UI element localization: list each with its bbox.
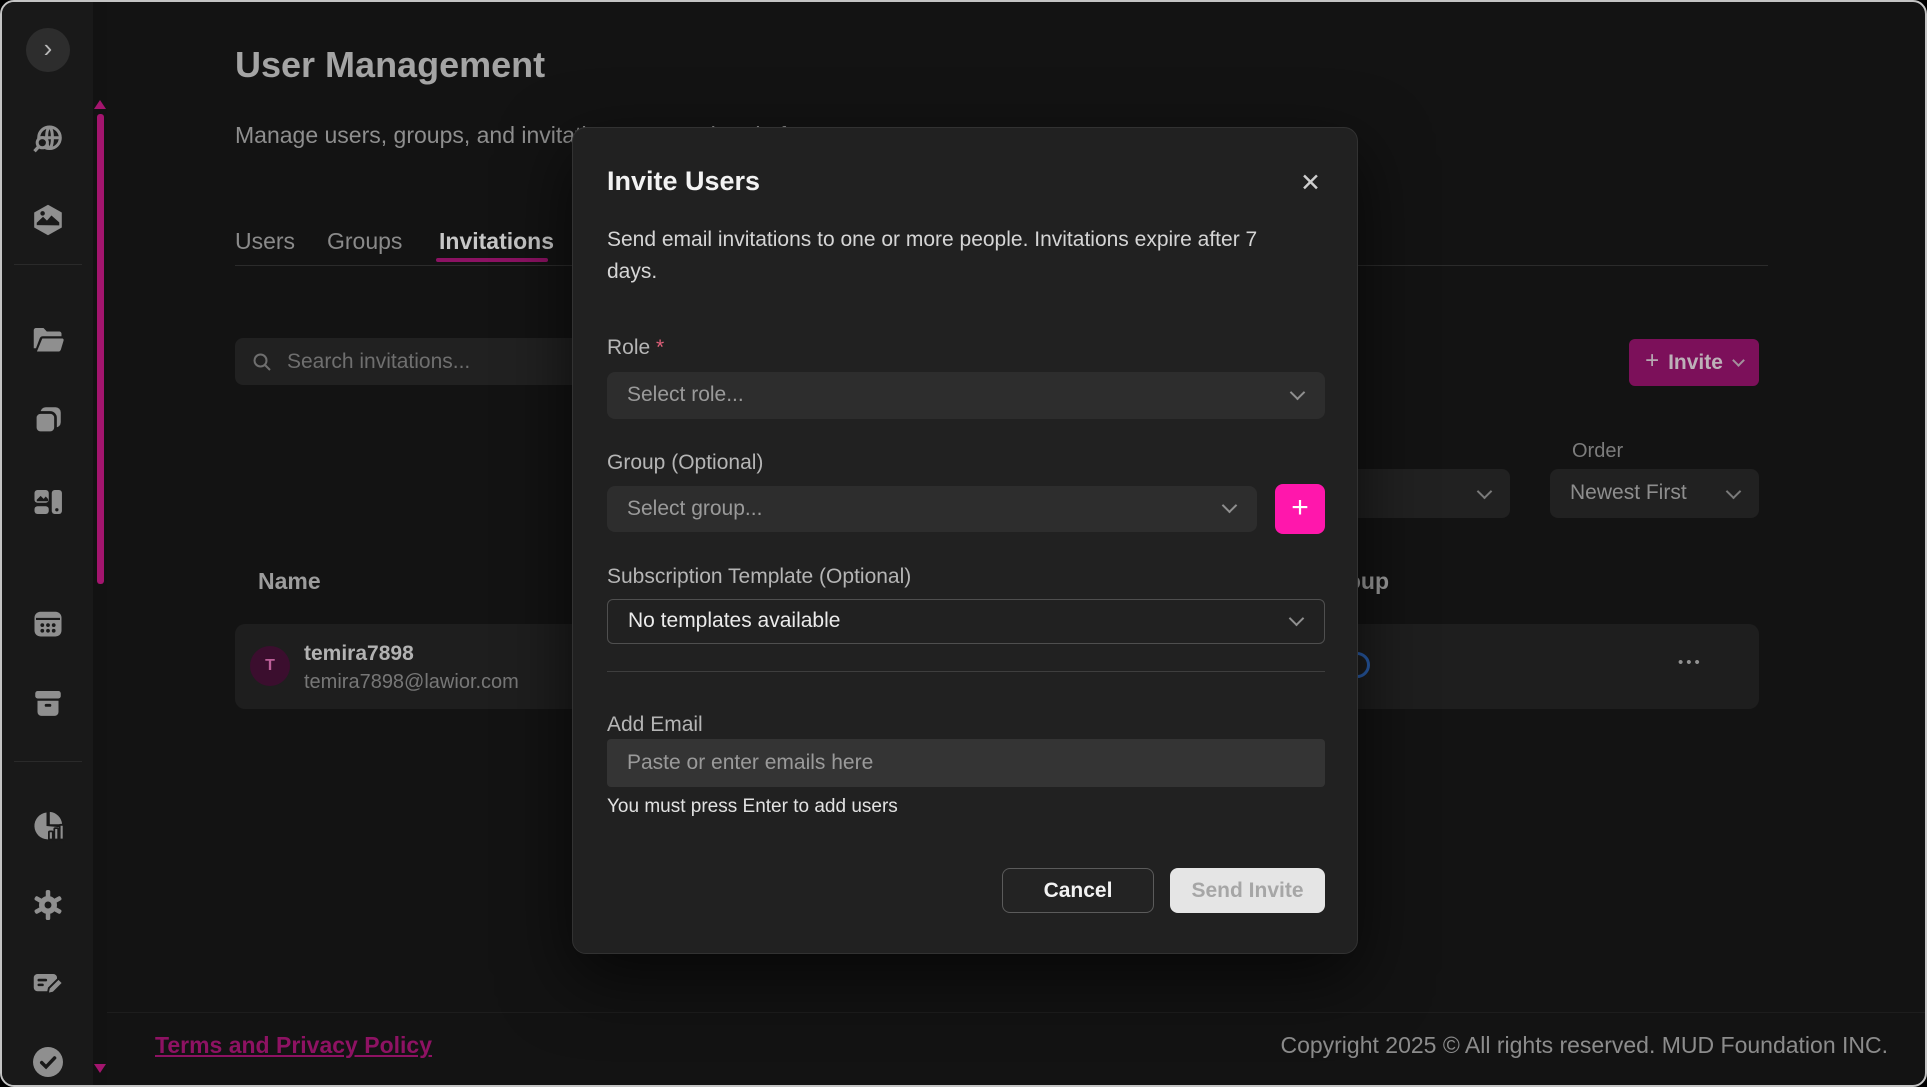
sidebar-item-billing[interactable] — [30, 965, 66, 1001]
sidebar-item-layouts[interactable] — [30, 484, 66, 520]
folder-icon — [30, 322, 66, 358]
tab-users[interactable]: Users — [235, 228, 295, 255]
row-username: temira7898 — [304, 642, 414, 666]
scrollbar-down-arrow[interactable] — [94, 1064, 106, 1073]
cancel-button[interactable]: Cancel — [1002, 868, 1154, 913]
sidebar-divider — [14, 761, 82, 762]
archive-box-icon — [30, 685, 66, 721]
sidebar-item-analytics[interactable] — [30, 808, 66, 844]
order-label: Order — [1572, 440, 1623, 463]
asset-cube-icon — [30, 202, 66, 238]
row-actions-menu[interactable]: ••• — [1678, 654, 1703, 671]
plus-icon: + — [1645, 347, 1659, 375]
avatar: T — [250, 646, 290, 686]
copyright-text: Copyright 2025 © All rights reserved. MU… — [1280, 1032, 1888, 1059]
required-asterisk: * — [656, 336, 664, 359]
sidebar-item-archive[interactable] — [30, 685, 66, 721]
sidebar-item-calendar[interactable] — [30, 605, 66, 641]
card-edit-icon — [30, 965, 66, 1001]
sidebar-expand-button[interactable]: › — [26, 28, 70, 72]
template-select[interactable]: No templates available — [607, 599, 1325, 644]
copies-icon — [30, 402, 66, 438]
invite-button[interactable]: + Invite — [1629, 339, 1759, 386]
sidebar-item-collections[interactable] — [30, 402, 66, 438]
role-label: Role * — [607, 336, 664, 360]
chevron-right-icon: › — [44, 33, 53, 64]
role-select[interactable]: Select role... — [607, 372, 1325, 419]
send-invite-button[interactable]: Send Invite — [1170, 868, 1325, 913]
template-label: Subscription Template (Optional) — [607, 565, 911, 589]
sidebar-item-settings[interactable] — [30, 887, 66, 923]
modal-description: Send email invitations to one or more pe… — [607, 224, 1307, 288]
chevron-down-icon — [1289, 611, 1305, 627]
column-header-name: Name — [258, 568, 321, 595]
plus-icon: + — [1291, 491, 1309, 525]
add-email-label: Add Email — [607, 713, 703, 737]
modal-divider — [607, 671, 1325, 672]
chevron-down-icon — [1732, 354, 1745, 367]
sidebar-item-status[interactable] — [30, 1044, 66, 1080]
active-tab-underline — [436, 258, 548, 262]
group-select[interactable]: Select group... — [607, 486, 1257, 532]
footer-divider — [107, 1012, 1927, 1013]
chevron-down-icon — [1726, 484, 1742, 500]
search-icon — [251, 351, 273, 373]
pie-chart-icon — [30, 808, 66, 844]
sidebar-item-globe-search[interactable] — [30, 122, 66, 158]
scrollbar-up-arrow[interactable] — [94, 100, 106, 109]
settings-gear-icon — [30, 887, 66, 923]
calendar-icon — [30, 605, 66, 641]
layout-devices-icon — [30, 484, 66, 520]
sidebar-divider — [14, 264, 82, 265]
group-label: Group (Optional) — [607, 451, 763, 475]
chevron-down-icon — [1222, 498, 1238, 514]
order-dropdown[interactable]: Newest First — [1550, 469, 1759, 518]
add-group-button[interactable]: + — [1275, 484, 1325, 534]
invite-users-modal: Invite Users ✕ Send email invitations to… — [572, 127, 1358, 954]
email-hint: You must press Enter to add users — [607, 796, 898, 818]
terms-privacy-link[interactable]: Terms and Privacy Policy — [155, 1032, 432, 1059]
chevron-down-icon — [1477, 484, 1493, 500]
tab-invitations[interactable]: Invitations — [439, 228, 554, 255]
modal-title: Invite Users — [607, 166, 760, 197]
tab-groups[interactable]: Groups — [327, 228, 402, 255]
chevron-down-icon — [1290, 385, 1306, 401]
email-input[interactable] — [607, 739, 1325, 787]
sidebar-item-assets[interactable] — [30, 202, 66, 238]
globe-search-icon — [30, 122, 66, 158]
row-email: temira7898@lawior.com — [304, 671, 519, 694]
check-circle-icon — [30, 1044, 66, 1080]
scrollbar-thumb[interactable] — [97, 114, 104, 584]
sidebar-item-files[interactable] — [30, 322, 66, 358]
app-window: › — [0, 0, 1927, 1087]
page-title: User Management — [235, 44, 545, 86]
close-icon[interactable]: ✕ — [1300, 168, 1321, 198]
